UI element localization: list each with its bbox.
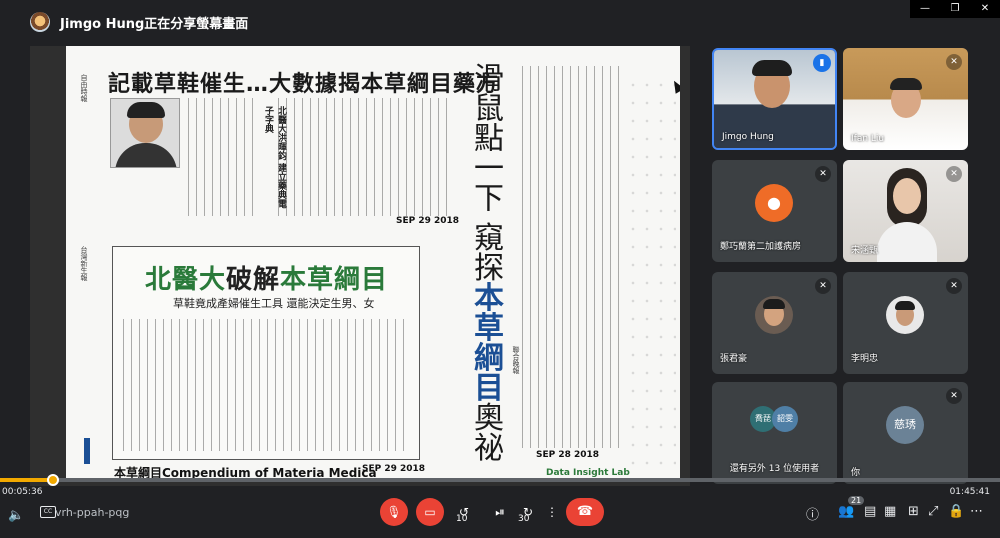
clip1-title: 記載草鞋催生…大數據揭本草綱目藥方 xyxy=(108,72,500,97)
user-avatar: 慈琇 xyxy=(886,406,924,444)
info-icon[interactable]: ⓘ xyxy=(806,504,819,523)
clip1-date: SEP 29 2018 xyxy=(396,216,460,226)
shared-screen: 記載草鞋催生…大數據揭本草綱目藥方 自由時報 北醫大洪暉鈞 建立藥典電子字典 S… xyxy=(30,46,690,486)
volume-icon[interactable]: 🔈 xyxy=(8,508,24,523)
mic-off-icon: ✕ xyxy=(946,166,962,182)
participant-tile-sung[interactable]: ✕ 宋涵甄 xyxy=(843,160,968,262)
progress-handle[interactable] xyxy=(47,474,59,486)
participant-tile-chang[interactable]: ✕ 張君豪 xyxy=(712,272,837,374)
participant-tile-jimgo-hung[interactable]: ▮ Jimgo Hung xyxy=(712,48,837,150)
user-avatar: 韶雯 xyxy=(772,406,798,432)
presenter-avatar xyxy=(30,12,50,32)
more-options-icon[interactable]: ⋮ xyxy=(538,498,566,526)
mic-off-icon: ✕ xyxy=(815,166,831,182)
side-label-1: 自由時報 xyxy=(80,74,88,102)
decorative-dots xyxy=(626,76,676,466)
clip2-box: 北醫大破解本草綱目 草鞋竟成產婦催生工具 還能決定生男、女 xyxy=(112,246,420,460)
participant-name: 你 xyxy=(851,468,861,478)
mic-off-icon: ✕ xyxy=(815,278,831,294)
newspaper-clippings: 記載草鞋催生…大數據揭本草綱目藥方 自由時報 北醫大洪暉鈞 建立藥典電子字典 S… xyxy=(66,46,680,482)
lock-icon[interactable]: 🔒 xyxy=(948,504,964,519)
clip1-body-text-2 xyxy=(278,98,448,216)
clip1-body-text xyxy=(188,98,258,216)
playback-progress-bar[interactable] xyxy=(0,478,1000,482)
mic-off-icon: ✕ xyxy=(946,278,962,294)
lab-label: Data Insight Lab xyxy=(546,468,630,478)
meeting-code: vrh-ppah-pqg xyxy=(55,506,130,519)
mic-off-icon: ✕ xyxy=(946,388,962,404)
participant-name: Jimgo Hung xyxy=(722,132,774,142)
close-icon[interactable]: ✕ xyxy=(970,0,1000,18)
clip3-body-text xyxy=(522,66,626,448)
participant-name: 鄭巧蘭第二加護病房 xyxy=(720,242,802,252)
settings-icon[interactable]: ⋯ xyxy=(970,504,983,519)
participant-name: Ifan Liu xyxy=(851,134,885,144)
minimize-icon[interactable]: — xyxy=(910,0,940,18)
layout-icon[interactable]: ⊞ xyxy=(908,504,919,519)
side-label-2: 台灣新生報 xyxy=(80,246,88,281)
clip2-title: 北醫大破解本草綱目 xyxy=(145,265,389,295)
end-call-button[interactable]: ☎ xyxy=(566,498,604,526)
others-count-label: 還有另外 13 位使用者 xyxy=(729,464,820,474)
participant-name: 宋涵甄 xyxy=(851,246,879,256)
clip3-date: SEP 28 2018 xyxy=(536,450,600,460)
bottom-controls: 🔈 CC vrh-ppah-pqg 🎙 ▭ ↺ 10 ⏯ ↻ 30 ⋮ ☎ ⓘ … xyxy=(0,496,1000,538)
participant-tile-you[interactable]: 慈琇 ✕ 你 xyxy=(843,382,968,484)
camera-off-button[interactable]: ▭ xyxy=(416,498,444,526)
user-avatar xyxy=(886,296,924,334)
side-label-3: 聯合晚報 xyxy=(512,346,520,374)
play-pause-icon[interactable]: ⏯ xyxy=(486,498,514,526)
clip3-headline: 滑鼠點一下 窺探本草綱目奧祕 xyxy=(468,62,503,462)
activities-icon[interactable]: ▦ xyxy=(884,504,896,519)
participant-name: 張君豪 xyxy=(720,354,748,364)
default-user-icon: ● xyxy=(755,184,793,222)
restore-icon[interactable]: ❐ xyxy=(940,0,970,18)
participant-tile-cheng[interactable]: ● ✕ 鄭巧蘭第二加護病房 xyxy=(712,160,837,262)
fullscreen-icon[interactable]: ⤢ xyxy=(928,504,938,519)
caption-accent-bar xyxy=(84,438,90,464)
top-bar: Jimgo Hung正在分享螢幕畫面 — ❐ ✕ xyxy=(0,0,1000,44)
mic-off-icon: ✕ xyxy=(946,54,962,70)
clip2-body-text xyxy=(123,319,409,451)
rewind-seconds: 10 xyxy=(456,514,468,524)
user-avatar xyxy=(755,296,793,334)
people-icon[interactable]: 👥 xyxy=(838,504,854,519)
mic-off-button[interactable]: 🎙 xyxy=(380,498,408,526)
progress-fill xyxy=(0,478,53,482)
portrait-photo xyxy=(110,98,180,168)
speaking-indicator-icon: ▮ xyxy=(813,54,831,72)
participant-tile-others[interactable]: 喬琵 韶雯 還有另外 13 位使用者 xyxy=(712,382,837,484)
captions-icon[interactable]: CC xyxy=(40,506,56,518)
forward-seconds: 30 xyxy=(518,514,530,524)
chat-icon[interactable]: ▤ xyxy=(864,504,876,519)
clip2-subtitle: 草鞋竟成產婦催生工具 還能決定生男、女 xyxy=(173,297,375,310)
participant-name: 李明忠 xyxy=(851,354,879,364)
participant-count-badge: 21 xyxy=(848,496,865,505)
window-controls: — ❐ ✕ xyxy=(910,0,1000,18)
participant-tile-ifan-liu[interactable]: ✕ Ifan Liu xyxy=(843,48,968,150)
participant-tile-lee[interactable]: ✕ 李明忠 xyxy=(843,272,968,374)
screen-share-title: Jimgo Hung正在分享螢幕畫面 xyxy=(60,17,249,32)
